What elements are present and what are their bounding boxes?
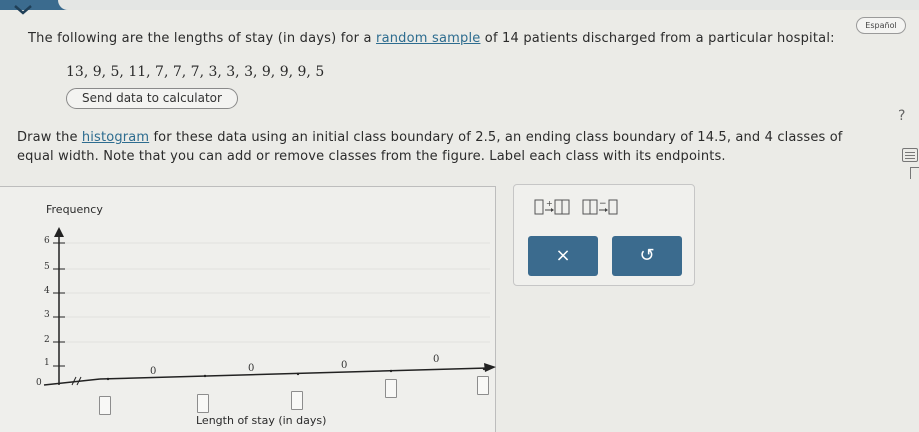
svg-text:−: − [599, 199, 607, 209]
y-tick-label: 5 [44, 262, 50, 272]
class-endpoint-input[interactable] [197, 394, 209, 413]
random-sample-link[interactable]: random sample [376, 31, 480, 46]
collapse-chevron-icon[interactable] [12, 3, 34, 17]
intro-text: The following are the lengths of stay (i… [28, 31, 377, 46]
top-bar-light [58, 0, 919, 10]
y-tick-label: 6 [44, 236, 50, 246]
class-endpoint-input[interactable] [477, 376, 489, 395]
corner-bracket-icon[interactable] [910, 167, 919, 179]
intro-text-end: of 14 patients discharged from a particu… [480, 31, 835, 46]
question-intro: The following are the lengths of stay (i… [28, 31, 835, 46]
y-tick-label: 2 [44, 335, 50, 345]
class-endpoint-input[interactable] [385, 379, 397, 398]
remove-class-icon[interactable]: − [582, 196, 618, 218]
y-tick-label: 4 [44, 286, 50, 296]
send-to-calculator-button[interactable]: Send data to calculator [66, 88, 238, 109]
add-class-icon[interactable]: + [534, 196, 570, 218]
class-frequency-label[interactable]: 0 [150, 366, 156, 377]
class-frequency-label[interactable]: 0 [341, 360, 347, 371]
histogram-graph-panel[interactable] [0, 186, 496, 432]
y-tick-label: 0 [36, 378, 42, 388]
class-frequency-label[interactable]: 0 [248, 363, 254, 374]
help-icon[interactable]: ? [898, 108, 905, 124]
notes-icon[interactable] [902, 148, 918, 162]
class-frequency-label[interactable]: 0 [433, 354, 439, 365]
instructions-text: Draw the [17, 130, 82, 145]
undo-button[interactable]: ↺ [612, 236, 682, 276]
y-tick-label: 1 [44, 358, 50, 368]
histogram-link[interactable]: histogram [82, 130, 149, 145]
class-endpoint-input[interactable] [99, 396, 111, 415]
class-endpoint-input[interactable] [291, 391, 303, 410]
clear-button[interactable]: × [528, 236, 598, 276]
y-axis-label: Frequency [46, 203, 103, 216]
y-tick-label: 3 [44, 310, 50, 320]
svg-text:+: + [546, 199, 553, 208]
histogram-axes [43, 227, 496, 386]
instructions: Draw the histogram for these data using … [17, 128, 877, 166]
language-button[interactable]: Español [856, 17, 906, 34]
x-axis-label: Length of stay (in days) [196, 414, 327, 427]
data-values: 13, 9, 5, 11, 7, 7, 7, 3, 3, 3, 9, 9, 9,… [66, 64, 325, 80]
